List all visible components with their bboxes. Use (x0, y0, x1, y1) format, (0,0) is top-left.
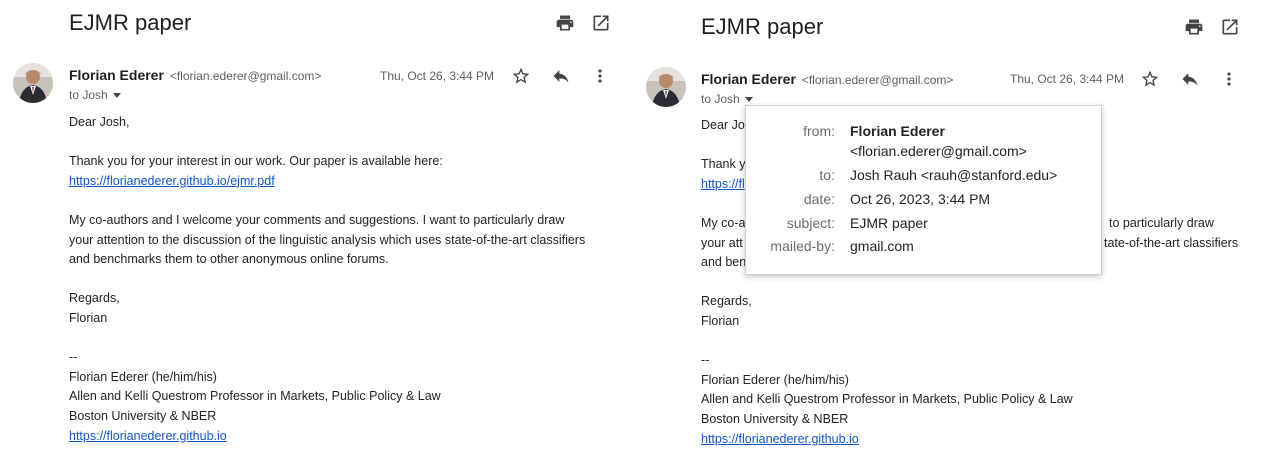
signature-name: Florian Ederer (he/him/his) (69, 369, 217, 384)
more-vert-icon[interactable] (590, 66, 610, 86)
avatar (13, 63, 53, 103)
signature-link[interactable]: https://florianederer.github.io (701, 432, 859, 446)
sender-line: Florian Ederer <florian.ederer@gmail.com… (69, 67, 321, 83)
signature-org: Boston University & NBER (69, 408, 217, 423)
sender-email: <florian.ederer@gmail.com> (169, 69, 322, 83)
text-fragment: tate-of-the-art classifiers (1104, 235, 1239, 250)
open-in-new-window-icon[interactable] (1220, 17, 1240, 37)
popup-subject-value: EJMR paper (850, 215, 928, 231)
body-paragraph-2-line-2: your attention to the discussion of the … (69, 232, 586, 247)
recipients-toggle[interactable]: to Josh (69, 88, 121, 102)
to-label: to Josh (69, 88, 108, 102)
closing-name: Florian (69, 310, 108, 325)
to-label: to Josh (701, 92, 740, 106)
greeting: Dear Josh, (69, 115, 130, 129)
email-body: Dear Josh, Thank you for your interest i… (69, 113, 614, 446)
sender-email: <florian.ederer@gmail.com> (801, 73, 954, 87)
message-details-popup: from: Florian Ederer <florian.ederer@gma… (745, 105, 1102, 275)
sender-line: Florian Ederer <florian.ederer@gmail.com… (701, 71, 953, 87)
body-paragraph-1: Thank you for your interest in our work.… (69, 154, 443, 169)
email-pane-left: EJMR paper Florian Ederer <florian.edere… (0, 0, 630, 457)
reply-icon[interactable] (1180, 69, 1200, 89)
popup-label-from: from: (803, 123, 835, 139)
email-date: Thu, Oct 26, 3:44 PM (1010, 72, 1125, 86)
sender-name: Florian Ederer (69, 67, 164, 83)
caret-down-icon (744, 97, 753, 103)
paper-link[interactable]: https://florianederer.github.io/ejmr.pdf (69, 174, 275, 188)
signature-separator: -- (69, 350, 78, 365)
popup-label-date: date: (803, 191, 835, 207)
body-paragraph-2-line-1: My co-authors and I welcome your comment… (69, 212, 565, 227)
avatar (646, 67, 686, 107)
popup-date-value: Oct 26, 2023, 3:44 PM (850, 191, 991, 207)
reply-icon[interactable] (551, 66, 571, 86)
popup-from-name: Florian Ederer (850, 123, 945, 139)
signature-link[interactable]: https://florianederer.github.io (69, 429, 227, 443)
signature-org: Boston University & NBER (701, 411, 849, 426)
signature-separator: -- (701, 353, 710, 368)
open-in-new-window-icon[interactable] (591, 13, 611, 33)
star-icon[interactable] (1140, 69, 1160, 89)
text-fragment: to particularly draw (1109, 215, 1214, 230)
signature-name: Florian Ederer (he/him/his) (701, 372, 849, 387)
text-fragment: your att (701, 235, 743, 250)
closing: Regards, (701, 294, 752, 309)
star-icon[interactable] (511, 66, 531, 86)
popup-label-mailed-by: mailed-by: (770, 238, 835, 254)
email-subject: EJMR paper (701, 14, 824, 39)
signature-title: Allen and Kelli Questrom Professor in Ma… (69, 389, 441, 404)
email-pane-right: EJMR paper Florian Ederer <florian.edere… (632, 0, 1261, 457)
body-paragraph-2-line-3: and benchmarks them to other anonymous o… (69, 252, 389, 267)
text-fragment: My co-a (701, 215, 746, 230)
popup-mailed-by-value: gmail.com (850, 238, 914, 254)
sender-name: Florian Ederer (701, 71, 796, 87)
closing: Regards, (69, 291, 120, 306)
signature-title: Allen and Kelli Questrom Professor in Ma… (701, 392, 1073, 407)
popup-to-value: Josh Rauh <rauh@stanford.edu> (850, 167, 1058, 183)
closing-name: Florian (701, 313, 740, 328)
popup-label-subject: subject: (786, 215, 835, 231)
email-date: Thu, Oct 26, 3:44 PM (380, 69, 495, 83)
paper-link[interactable]: https://fl (701, 177, 745, 191)
print-icon[interactable] (555, 13, 575, 33)
caret-down-icon (112, 93, 121, 99)
email-subject: EJMR paper (69, 10, 192, 35)
more-vert-icon[interactable] (1219, 69, 1239, 89)
popup-label-to: to: (819, 167, 835, 183)
recipients-toggle[interactable]: to Josh (701, 92, 753, 106)
print-icon[interactable] (1184, 17, 1204, 37)
popup-from-email: <florian.ederer@gmail.com> (850, 143, 1027, 159)
